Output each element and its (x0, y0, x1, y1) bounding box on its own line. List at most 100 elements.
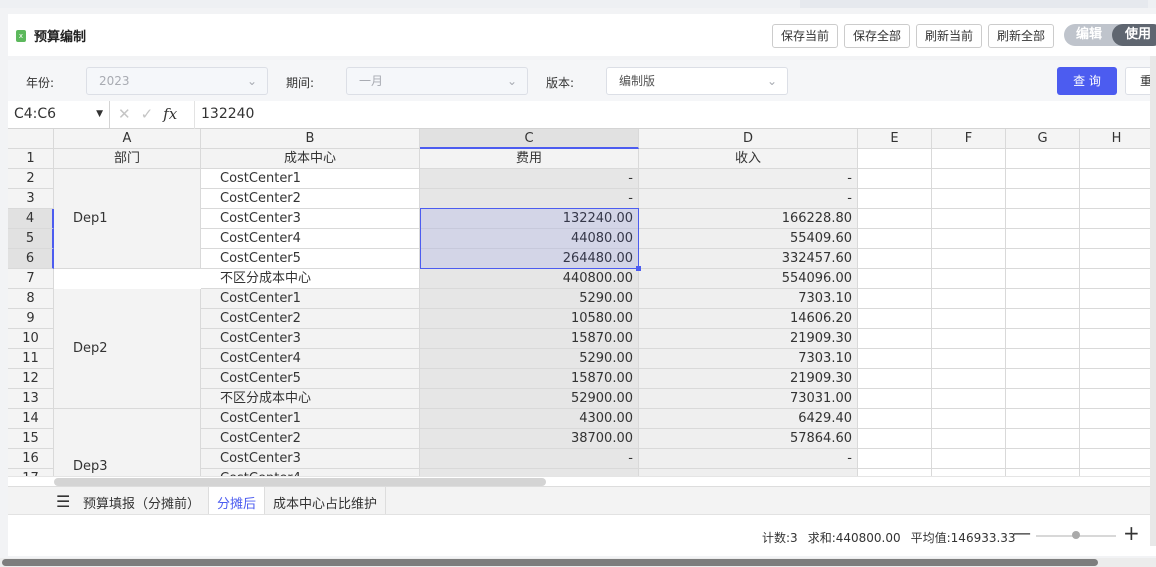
empty-cell[interactable] (1006, 329, 1080, 349)
row-header[interactable]: 13 (8, 389, 54, 409)
column-header-d[interactable]: D (639, 129, 858, 149)
income-cell[interactable]: 21909.30 (639, 329, 858, 349)
empty-cell[interactable] (858, 349, 932, 369)
empty-cell[interactable] (1006, 469, 1080, 476)
zoom-in-icon[interactable]: + (1123, 521, 1140, 545)
cost-center-cell[interactable]: CostCenter2 (201, 309, 420, 329)
income-cell[interactable]: - (639, 189, 858, 209)
expense-cell[interactable]: 52900.00 (420, 389, 639, 409)
cost-center-cell[interactable]: CostCenter3 (201, 329, 420, 349)
empty-cell[interactable] (1006, 229, 1080, 249)
empty-cell[interactable] (932, 329, 1006, 349)
empty-cell[interactable] (1006, 389, 1080, 409)
empty-cell[interactable] (858, 229, 932, 249)
page-scrollbar-thumb[interactable] (2, 559, 1098, 566)
income-cell[interactable] (639, 469, 858, 476)
empty-cell[interactable] (1080, 409, 1154, 429)
formula-input[interactable]: 132240 (194, 101, 1156, 129)
department-cell[interactable]: Dep1 (54, 169, 201, 269)
header-cell-expense[interactable]: 费用 (420, 149, 639, 169)
spreadsheet-grid[interactable]: A B C D E F G H 1 部门 成本中心 费用 收入 2 CostCenter1- -3 CostCe… (8, 129, 1156, 476)
empty-cell[interactable] (932, 469, 1006, 476)
empty-cell[interactable] (858, 329, 932, 349)
column-header-c[interactable]: C (420, 129, 639, 149)
tab-pre-allocation[interactable]: 预算填报（分摊前） (75, 487, 210, 514)
version-select[interactable]: 编制版 ⌄ (606, 67, 788, 95)
empty-cell[interactable] (1006, 409, 1080, 429)
cost-center-cell[interactable]: CostCenter1 (201, 169, 420, 189)
expense-cell[interactable]: 5290.00 (420, 289, 639, 309)
empty-cell[interactable] (1006, 189, 1080, 209)
save-all-button[interactable]: 保存全部 (844, 24, 910, 48)
expense-cell[interactable]: 15870.00 (420, 369, 639, 389)
cost-center-cell[interactable]: CostCenter3 (201, 209, 420, 229)
row-header[interactable]: 3 (8, 189, 54, 209)
cost-center-cell[interactable]: 不区分成本中心 (201, 269, 420, 289)
vertical-scrollbar[interactable] (1150, 56, 1156, 546)
mode-toggle[interactable]: 编辑 使用 (1064, 24, 1156, 46)
row-header[interactable]: 16 (8, 449, 54, 469)
empty-cell[interactable] (932, 269, 1006, 289)
row-header[interactable]: 2 (8, 169, 54, 189)
income-cell[interactable]: 55409.60 (639, 229, 858, 249)
income-cell[interactable]: 6429.40 (639, 409, 858, 429)
horizontal-scrollbar[interactable] (8, 476, 1156, 486)
empty-cell[interactable] (858, 169, 932, 189)
empty-cell[interactable] (1080, 269, 1154, 289)
empty-cell[interactable] (1006, 249, 1080, 269)
empty-cell[interactable] (1080, 229, 1154, 249)
empty-cell[interactable] (858, 369, 932, 389)
header-cell-cost-center[interactable]: 成本中心 (201, 149, 420, 169)
empty-cell[interactable] (1080, 169, 1154, 189)
cost-center-cell[interactable]: 不区分成本中心 (201, 389, 420, 409)
row-header[interactable]: 5 (8, 229, 54, 249)
expense-cell[interactable] (420, 469, 639, 476)
row-header[interactable]: 4 (8, 209, 54, 229)
income-cell[interactable]: 73031.00 (639, 389, 858, 409)
empty-cell[interactable] (1006, 369, 1080, 389)
income-cell[interactable]: 57864.60 (639, 429, 858, 449)
empty-cell[interactable] (1006, 449, 1080, 469)
cost-center-cell[interactable]: CostCenter4 (201, 349, 420, 369)
zoom-slider-handle[interactable] (1072, 531, 1080, 539)
zoom-out-icon[interactable]: — (1013, 523, 1031, 544)
cost-center-cell[interactable]: CostCenter4 (201, 229, 420, 249)
tab-cost-center-ratio[interactable]: 成本中心占比维护 (265, 487, 387, 514)
cost-center-cell[interactable]: CostCenter2 (201, 189, 420, 209)
confirm-icon[interactable]: ✓ (141, 105, 154, 123)
empty-cell[interactable] (858, 429, 932, 449)
expense-cell[interactable]: 44080.00 (420, 229, 639, 249)
expense-cell[interactable]: 4300.00 (420, 409, 639, 429)
refresh-all-button[interactable]: 刷新全部 (988, 24, 1054, 48)
income-cell[interactable]: - (639, 169, 858, 189)
row-header[interactable]: 14 (8, 409, 54, 429)
empty-cell[interactable] (858, 189, 932, 209)
row-header[interactable]: 8 (8, 289, 54, 309)
empty-cell[interactable] (1006, 289, 1080, 309)
empty-cell[interactable] (932, 189, 1006, 209)
empty-cell[interactable] (858, 449, 932, 469)
row-header[interactable]: 10 (8, 329, 54, 349)
empty-cell[interactable] (932, 369, 1006, 389)
empty-cell[interactable] (858, 149, 932, 169)
expense-cell[interactable]: - (420, 169, 639, 189)
row-header[interactable]: 1 (8, 149, 54, 169)
income-cell[interactable]: 166228.80 (639, 209, 858, 229)
empty-cell[interactable] (932, 169, 1006, 189)
income-cell[interactable]: 332457.60 (639, 249, 858, 269)
empty-cell[interactable] (1006, 309, 1080, 329)
empty-cell[interactable] (932, 309, 1006, 329)
empty-cell[interactable] (858, 269, 932, 289)
cost-center-cell[interactable]: CostCenter2 (201, 429, 420, 449)
empty-cell[interactable] (1080, 329, 1154, 349)
name-box[interactable]: C4:C6 ▼ (8, 101, 110, 129)
income-cell[interactable]: 14606.20 (639, 309, 858, 329)
refresh-current-button[interactable]: 刷新当前 (916, 24, 982, 48)
cost-center-cell[interactable]: CostCenter1 (201, 409, 420, 429)
cost-center-cell[interactable]: CostCenter5 (201, 249, 420, 269)
empty-cell[interactable] (932, 389, 1006, 409)
cancel-icon[interactable]: ✕ (118, 105, 131, 123)
empty-cell[interactable] (932, 229, 1006, 249)
save-current-button[interactable]: 保存当前 (772, 24, 838, 48)
scrollbar-thumb[interactable] (54, 478, 546, 486)
